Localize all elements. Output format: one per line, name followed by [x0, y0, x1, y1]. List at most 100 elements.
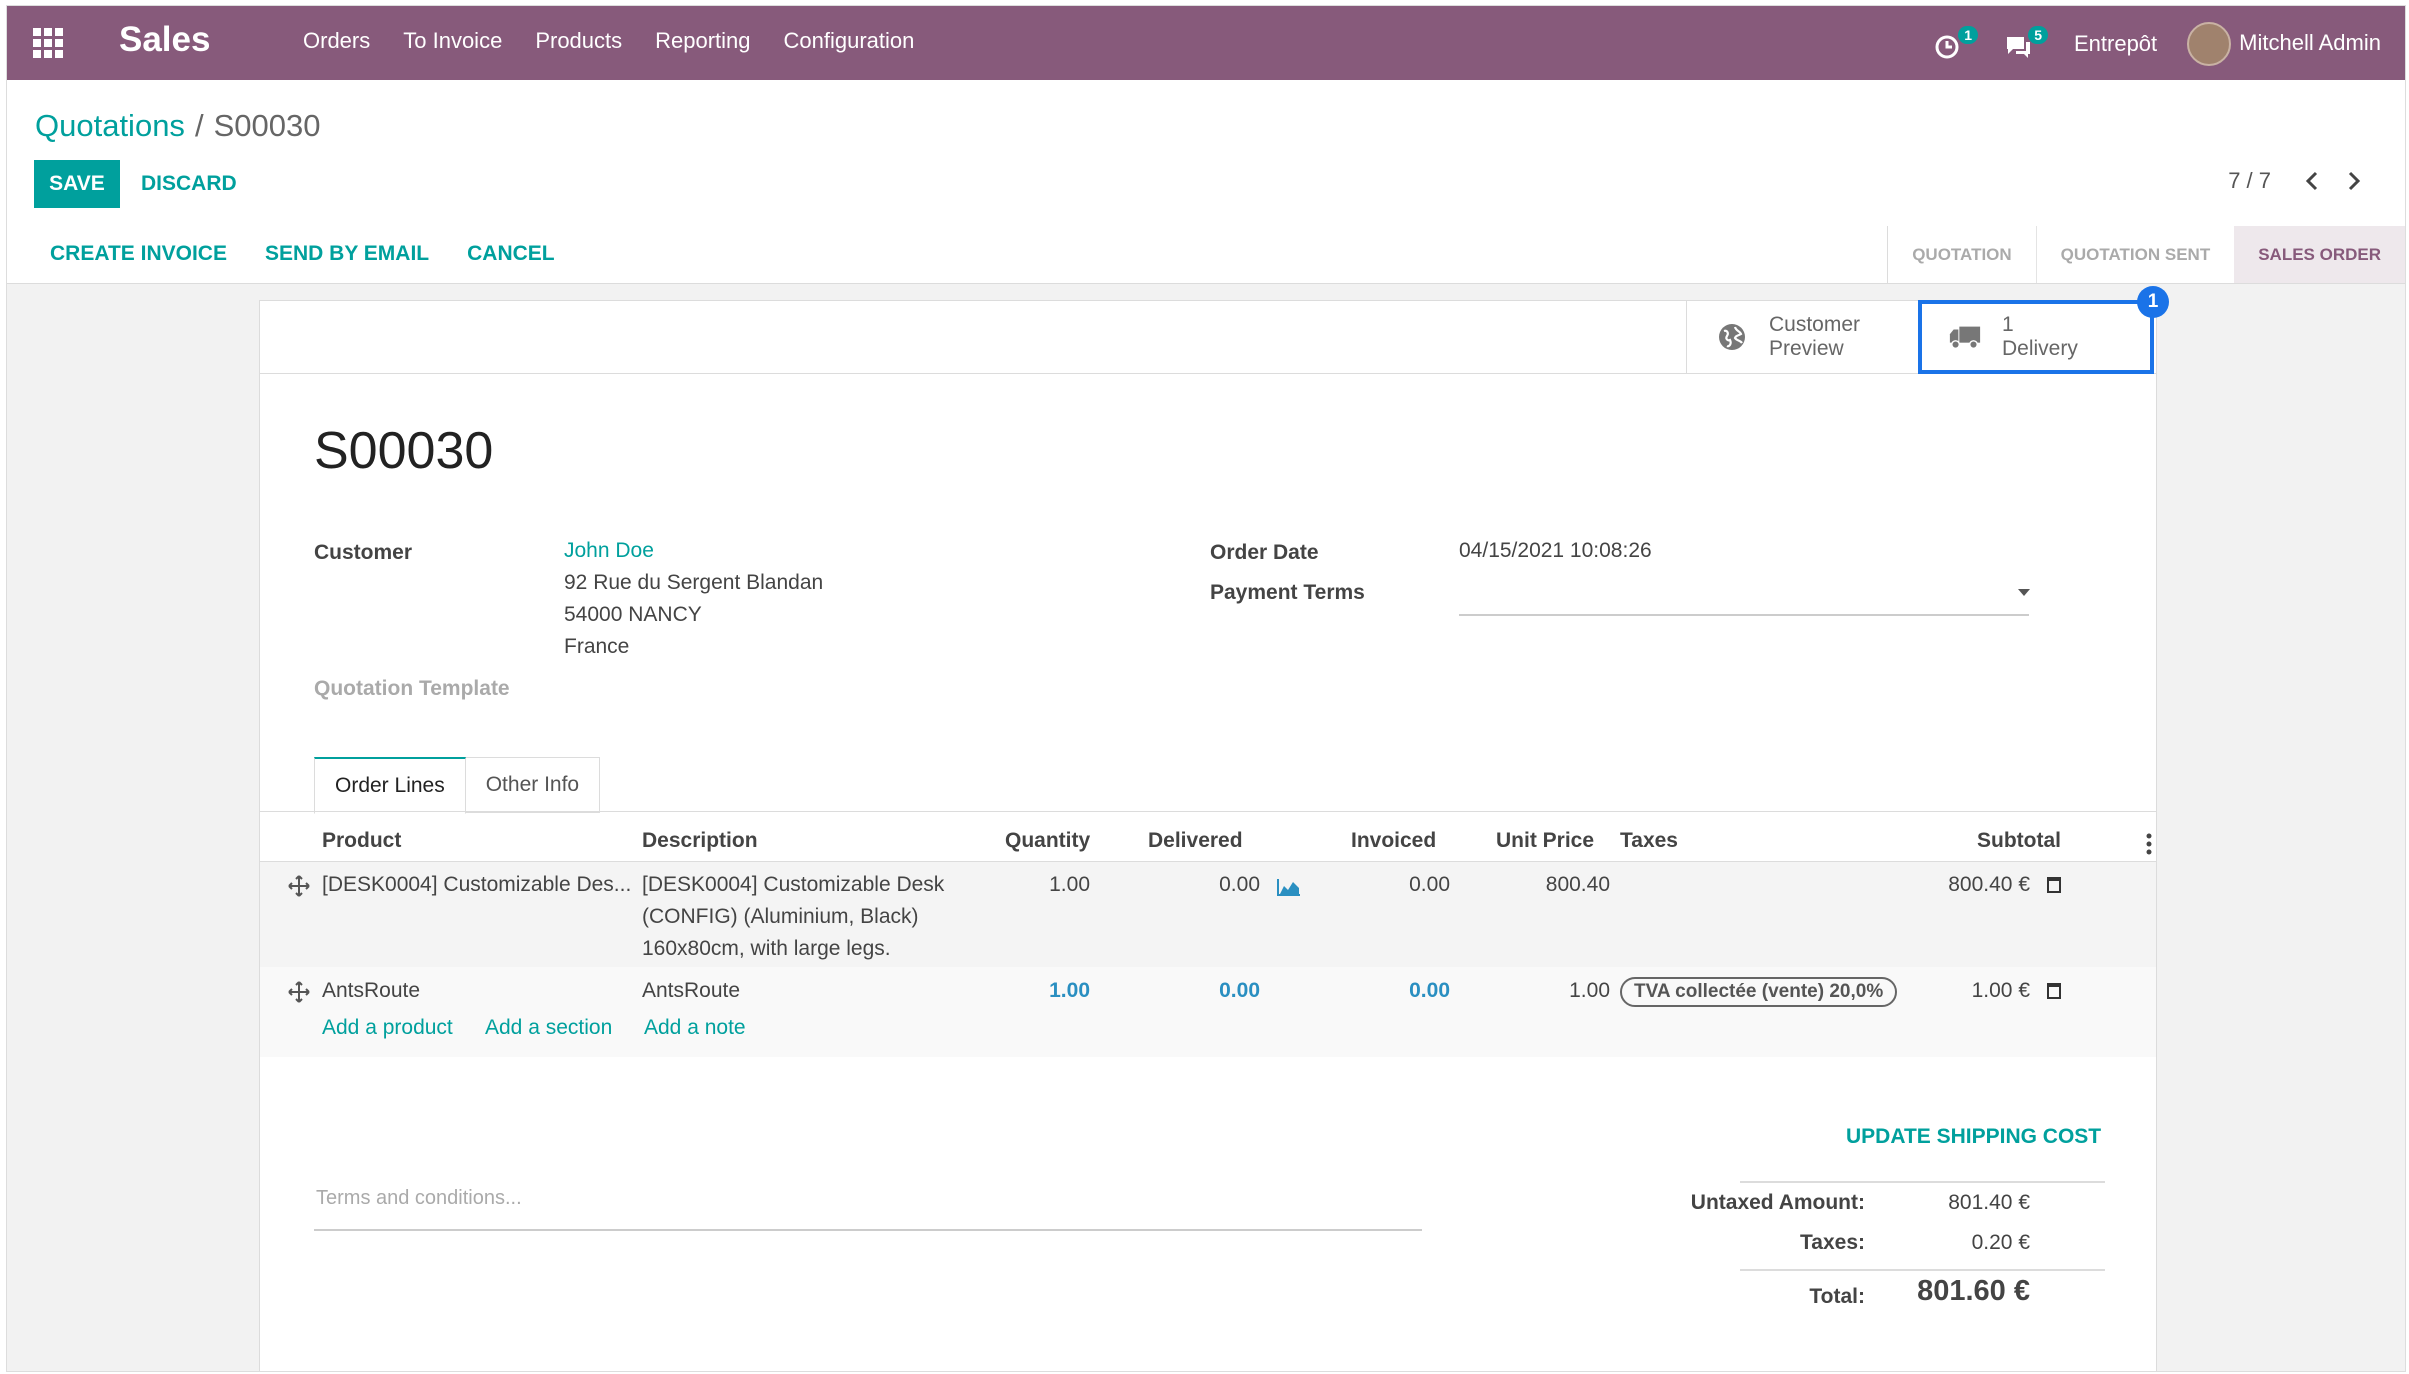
col-taxes[interactable]: Taxes	[1620, 829, 1678, 853]
payment-terms-select[interactable]	[1459, 614, 2029, 616]
row1-product: [DESK0004] Customizable Des...	[322, 873, 632, 896]
highlight-marker: 1	[2137, 286, 2169, 318]
menu-configuration[interactable]: Configuration	[784, 28, 915, 54]
terms-underline	[314, 1229, 1422, 1231]
breadcrumb-quotations[interactable]: Quotations	[35, 108, 185, 143]
trash-icon[interactable]	[2047, 877, 2061, 893]
customer-preview-button[interactable]: Customer Preview	[1686, 301, 1920, 373]
systray: 1 5 Entrepôt Mitchell Admin	[1934, 22, 2381, 66]
row2-delivered[interactable]: 0.00	[1160, 975, 1260, 1007]
main-menu: Orders To Invoice Products Reporting Con…	[303, 28, 914, 54]
row1-subtotal: 800.40 €	[1948, 873, 2030, 896]
menu-to-invoice[interactable]: To Invoice	[403, 28, 502, 54]
add-product-link[interactable]: Add a product	[322, 1016, 453, 1040]
breadcrumb: Quotations / S00030	[35, 108, 320, 144]
pager-value[interactable]: 7 / 7	[2228, 168, 2271, 194]
col-delivered[interactable]: Delivered	[1148, 829, 1243, 853]
chevron-down-icon[interactable]	[2018, 589, 2030, 596]
create-invoice-button[interactable]: CREATE INVOICE	[50, 242, 227, 266]
action-buttons: CREATE INVOICE SEND BY EMAIL CANCEL	[50, 242, 555, 266]
col-quantity[interactable]: Quantity	[1005, 829, 1090, 853]
smart-button-box: Customer Preview 1 Delivery	[260, 301, 2156, 374]
total-value: 801.60 €	[1917, 1275, 2030, 1307]
column-options-icon[interactable]	[2146, 833, 2152, 855]
drag-handle-icon[interactable]	[288, 981, 310, 1003]
activity-badge: 1	[1958, 26, 1978, 44]
messages-button[interactable]: 5	[2004, 26, 2048, 62]
taxes-label: Taxes:	[1800, 1231, 1865, 1254]
totals-divider	[1740, 1181, 2105, 1183]
address-line-3: France	[564, 635, 630, 658]
customer-link[interactable]: John Doe	[564, 539, 654, 562]
activity-button[interactable]: 1	[1934, 26, 1978, 62]
tab-order-lines[interactable]: Order Lines	[314, 757, 466, 814]
preview-label-1: Customer	[1769, 313, 1861, 336]
tab-divider	[260, 811, 2156, 812]
order-date-value: 04/15/2021 10:08:26	[1459, 539, 1652, 562]
form-sheet: Customer Preview 1 Delivery 1 S00030 Custo…	[259, 286, 2169, 1371]
row2-product: AntsRoute	[322, 979, 421, 1002]
discard-button[interactable]: DISCARD	[141, 172, 237, 196]
apps-grid-icon[interactable]	[33, 28, 63, 58]
trash-icon[interactable]	[2047, 983, 2061, 999]
add-note-link[interactable]: Add a note	[644, 1016, 746, 1040]
col-product[interactable]: Product	[322, 829, 401, 853]
send-by-email-button[interactable]: SEND BY EMAIL	[265, 242, 429, 266]
order-date-label: Order Date	[1210, 541, 1319, 564]
notebook-tabs: Order Lines Other Info	[314, 757, 601, 814]
cancel-button[interactable]: CANCEL	[467, 242, 555, 266]
menu-products[interactable]: Products	[535, 28, 622, 54]
menu-orders[interactable]: Orders	[303, 28, 370, 54]
terms-input[interactable]: Terms and conditions...	[316, 1187, 522, 1210]
chevron-right-icon[interactable]	[2347, 171, 2361, 191]
menu-reporting[interactable]: Reporting	[655, 28, 750, 54]
control-panel: Quotations / S00030 SAVE DISCARD 7 / 7	[7, 80, 2405, 227]
col-subtotal[interactable]: Subtotal	[1977, 829, 2061, 853]
area-chart-icon[interactable]	[1277, 878, 1301, 896]
delivery-highlight-box	[1918, 300, 2154, 374]
row1-quantity: 1.00	[1049, 873, 1090, 896]
row1-invoiced: 0.00	[1409, 873, 1450, 896]
messages-badge: 5	[2028, 26, 2048, 44]
order-title: S00030	[314, 422, 494, 480]
col-description[interactable]: Description	[642, 829, 758, 853]
row2-invoiced[interactable]: 0.00	[1320, 975, 1450, 1007]
row2-description: AntsRoute	[642, 979, 741, 1002]
totals-divider	[1740, 1269, 2105, 1271]
clock-icon	[1935, 35, 1959, 59]
drag-handle-icon[interactable]	[288, 875, 310, 897]
pager: 7 / 7	[2228, 168, 2361, 194]
col-unit-price[interactable]: Unit Price	[1496, 829, 1594, 853]
app-name[interactable]: Sales	[119, 20, 210, 60]
customer-field: John Doe 92 Rue du Sergent Blandan 54000…	[564, 535, 823, 663]
row2-unit-price: 1.00	[1569, 979, 1610, 1002]
chevron-left-icon[interactable]	[2305, 171, 2319, 191]
stage-sales-order[interactable]: SALES ORDER	[2234, 226, 2405, 283]
row1-description: [DESK0004] Customizable Desk (CONFIG) (Al…	[642, 873, 945, 960]
row2-quantity[interactable]: 1.00	[1000, 975, 1090, 1007]
top-navbar: Sales Orders To Invoice Products Reporti…	[7, 6, 2405, 80]
col-invoiced[interactable]: Invoiced	[1351, 829, 1436, 853]
status-stages: QUOTATION QUOTATION SENT SALES ORDER	[1887, 226, 2405, 283]
tax-tag[interactable]: TVA collectée (vente) 20,0%	[1620, 977, 1898, 1007]
globe-icon	[1715, 320, 1749, 354]
untaxed-value: 801.40 €	[1948, 1191, 2030, 1214]
payment-terms-label: Payment Terms	[1210, 581, 1365, 604]
quotation-template-label: Quotation Template	[314, 677, 510, 700]
save-button[interactable]: SAVE	[34, 160, 120, 208]
preview-label-2: Preview	[1769, 337, 1844, 360]
address-line-1: 92 Rue du Sergent Blandan	[564, 571, 824, 594]
taxes-value: 0.20 €	[1971, 1231, 2030, 1254]
update-shipping-cost-button[interactable]: UPDATE SHIPPING COST	[1846, 1125, 2101, 1149]
stage-quotation[interactable]: QUOTATION	[1888, 226, 2035, 283]
user-menu[interactable]: Mitchell Admin	[2187, 22, 2381, 66]
row1-unit-price: 800.40	[1545, 873, 1610, 896]
address-line-2: 54000 NANCY	[564, 603, 702, 626]
customer-label: Customer	[314, 541, 413, 564]
tab-other-info[interactable]: Other Info	[465, 757, 601, 813]
stage-quotation-sent[interactable]: QUOTATION SENT	[2035, 226, 2235, 283]
add-section-link[interactable]: Add a section	[485, 1016, 612, 1040]
company-switcher[interactable]: Entrepôt	[2074, 31, 2157, 57]
row1-delivered: 0.00	[1219, 873, 1260, 896]
untaxed-label: Untaxed Amount:	[1690, 1191, 1865, 1214]
